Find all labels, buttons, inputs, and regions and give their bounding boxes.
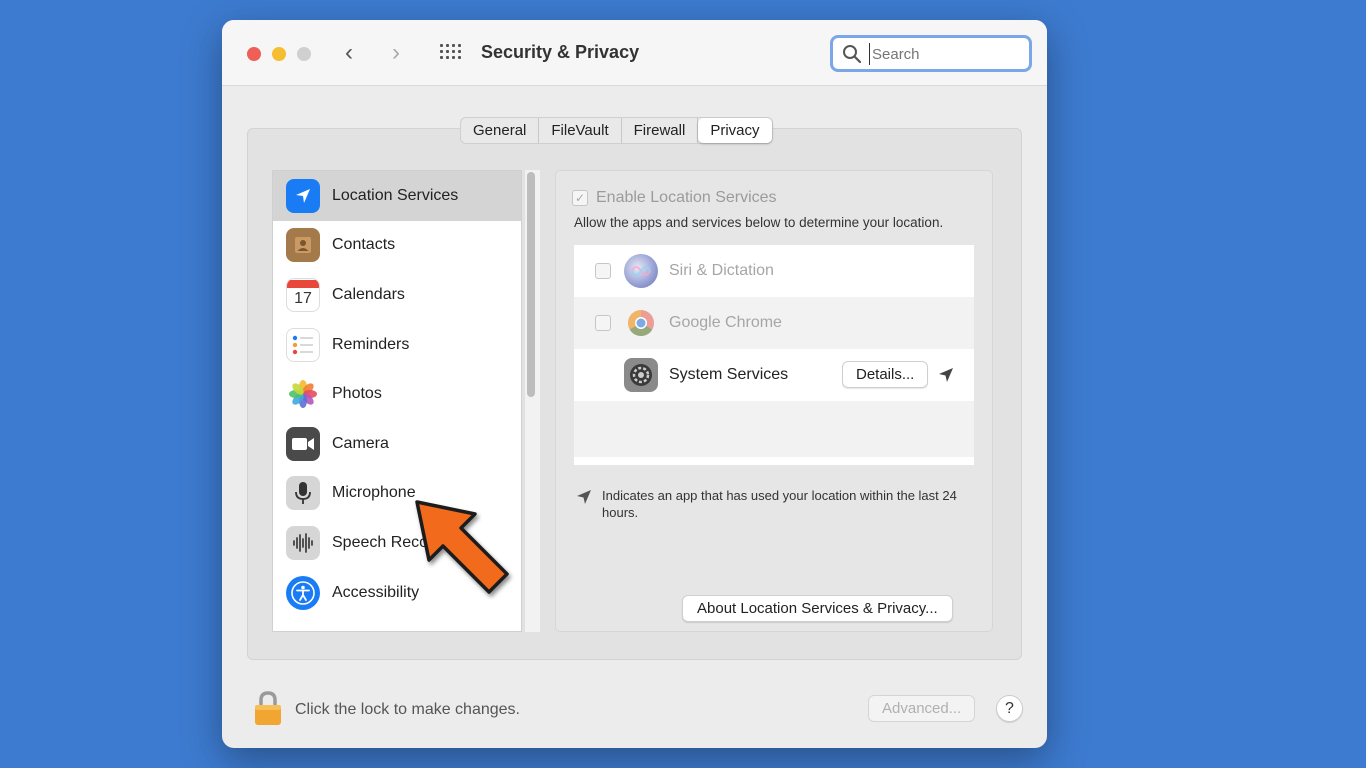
reminders-list-icon (286, 327, 320, 362)
window-title: Security & Privacy (481, 42, 640, 62)
empty-list-row (574, 401, 974, 457)
security-privacy-window: ‹ › Security & Privacy General FileVault… (222, 20, 1047, 748)
lock-hint-text: Click the lock to make changes. (295, 701, 520, 718)
advanced-button[interactable]: Advanced... (868, 695, 976, 722)
enable-location-checkbox[interactable]: ✓ (572, 190, 588, 206)
sidebar-item-label: Reminders (332, 335, 410, 353)
app-name: System Services (669, 366, 789, 383)
zoom-window-button[interactable] (297, 47, 311, 61)
sidebar-item-label: Calendars (332, 285, 405, 303)
sidebar-item-calendars[interactable]: 17 Calendars (273, 270, 521, 320)
tab-filevault[interactable]: FileVault (539, 118, 622, 143)
indicates-text: Indicates an app that has used your loca… (602, 488, 957, 520)
location-app-list: Siri & Dictation Google Chrome System Se… (574, 245, 974, 465)
sidebar-item-camera[interactable]: Camera (273, 419, 521, 469)
help-button[interactable]: ? (996, 695, 1023, 722)
microphone-icon (286, 476, 320, 511)
sidebar-item-label: Contacts (332, 236, 396, 254)
sidebar-item-reminders[interactable]: Reminders (273, 320, 521, 370)
search-input[interactable] (869, 43, 1024, 65)
sidebar-item-contacts[interactable]: Contacts (273, 221, 521, 271)
calendar-day: 17 (294, 289, 312, 307)
contacts-book-icon (286, 228, 320, 263)
search-icon (843, 45, 862, 64)
location-used-arrow-icon (939, 368, 953, 382)
list-item-siri[interactable]: Siri & Dictation (574, 245, 974, 297)
app-name: Siri & Dictation (669, 262, 774, 279)
sidebar-item-label: Camera (332, 434, 389, 452)
calendar-icon: 17 (286, 277, 320, 312)
allow-description: Allow the apps and services below to det… (574, 215, 944, 230)
location-indicator-legend: Indicates an app that has used your loca… (576, 487, 976, 521)
close-window-button[interactable] (247, 47, 261, 61)
tab-firewall[interactable]: Firewall (622, 118, 699, 143)
about-location-services-button[interactable]: About Location Services & Privacy... (682, 595, 953, 622)
title-bar: ‹ › Security & Privacy (222, 20, 1047, 86)
forward-chevron-icon[interactable]: › (392, 40, 400, 66)
enable-location-row[interactable]: ✓ Enable Location Services (572, 189, 777, 207)
show-all-grid-icon[interactable] (440, 44, 462, 62)
siri-checkbox[interactable] (595, 263, 611, 279)
gear-icon (624, 358, 658, 392)
sidebar-item-photos[interactable]: Photos (273, 369, 521, 419)
sidebar-item-location-services[interactable]: Location Services (273, 171, 521, 221)
sidebar-item-label: Location Services (332, 186, 459, 204)
lock-icon[interactable] (252, 689, 284, 727)
tab-privacy[interactable]: Privacy (698, 118, 772, 143)
sidebar-item-label: Microphone (332, 484, 416, 502)
location-arrow-legend-icon (577, 490, 591, 504)
list-item-system-services[interactable]: System Services Details... (574, 349, 974, 401)
minimize-window-button[interactable] (272, 47, 286, 61)
location-arrow-icon (286, 178, 320, 213)
back-chevron-icon[interactable]: ‹ (345, 40, 353, 66)
details-button[interactable]: Details... (842, 361, 929, 388)
annotation-pointer-arrow-icon (415, 500, 509, 594)
tab-general[interactable]: General (461, 118, 540, 143)
camera-icon (286, 426, 320, 461)
accessibility-icon (286, 575, 320, 610)
sidebar-scrollbar-thumb[interactable] (527, 172, 535, 397)
location-services-pane: ✓ Enable Location Services Allow the app… (555, 170, 993, 632)
speech-waveform-icon (286, 525, 320, 560)
enable-location-label: Enable Location Services (596, 189, 777, 206)
app-name: Google Chrome (669, 314, 782, 331)
chrome-checkbox[interactable] (595, 315, 611, 331)
photos-flower-icon (286, 377, 320, 412)
list-item-google-chrome[interactable]: Google Chrome (574, 297, 974, 349)
footer-bar: Click the lock to make changes. Advanced… (222, 680, 1047, 748)
search-field[interactable] (830, 35, 1032, 72)
tab-bar: General FileVault Firewall Privacy (460, 117, 773, 144)
siri-icon (624, 254, 658, 288)
sidebar-item-label: Photos (332, 385, 382, 403)
chrome-icon (624, 306, 658, 340)
